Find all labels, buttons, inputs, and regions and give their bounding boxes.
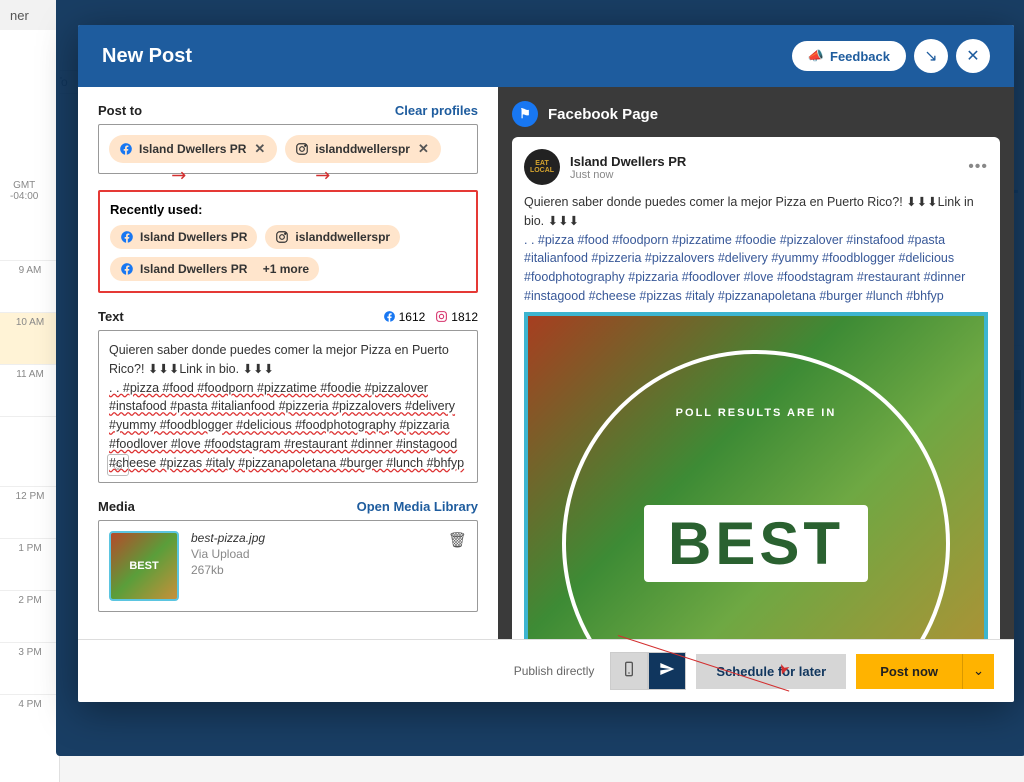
minimize-button[interactable]: ↘ [914,39,948,73]
bg-header: ner [10,8,29,23]
instagram-icon [295,142,309,156]
media-library-link[interactable]: Open Media Library [357,499,478,514]
profiles-input[interactable]: Island Dwellers PR ✕ islanddwellerspr ✕ … [98,124,478,174]
hour-3pm: 3 PM [0,642,60,694]
timezone-label: GMT -04:00 [10,180,38,202]
media-item: BEST best-pizza.jpg Via Upload 267kb 🗑 [98,520,478,612]
instagram-icon [435,310,448,323]
emoji-button[interactable]: ☺ [107,454,129,476]
media-thumbnail[interactable]: BEST [109,531,179,601]
feedback-button[interactable]: 📣 Feedback [792,41,906,71]
smile-icon: ☺ [111,456,124,476]
trash-icon: 🗑 [448,532,467,549]
new-post-modal: New Post 📣 Feedback ↘ ✕ Post to Clear pr… [78,25,1014,702]
facebook-icon [119,142,133,156]
hour-12pm: 12 PM [0,486,60,538]
recent-chip[interactable]: Island Dwellers PR +1 more [110,257,319,281]
mobile-publish-button[interactable] [610,652,648,690]
chevron-down-icon: ⌄ [973,663,984,679]
facebook-icon [383,310,396,323]
recent-chip[interactable]: Island Dwellers PR [110,225,257,249]
media-source: Via Upload [191,547,436,561]
modal-title: New Post [102,45,192,68]
modal-header: New Post 📣 Feedback ↘ ✕ [78,25,1014,87]
media-filename: best-pizza.jpg [191,531,436,545]
media-label: Media [98,499,135,514]
publish-directly-label: Publish directly [514,664,595,678]
post-time: Just now [570,169,686,181]
badge-top-text: POLL RESULTS ARE IN [676,407,837,419]
post-dropdown-button[interactable]: ⌄ [962,654,994,689]
compose-panel: Post to Clear profiles Island Dwellers P… [78,87,498,639]
remove-chip-icon[interactable]: ✕ [252,141,267,157]
profile-chip-instagram[interactable]: islanddwellerspr ✕ [285,135,441,163]
mobile-icon [621,661,637,682]
flag-icon: ⚑ [512,101,538,127]
clear-profiles-link[interactable]: Clear profiles [395,103,478,118]
recent-chip[interactable]: islanddwellerspr [265,225,400,249]
preview-image: POLL RESULTS ARE IN BEST THE BEST PIZZAS… [524,312,988,640]
arrow-down-right-icon: ↘ [924,46,937,66]
preview-panel: ⚑ Facebook Page EAT LOCAL Island Dweller… [498,87,1014,639]
close-button[interactable]: ✕ [956,39,990,73]
facebook-preview-card: EAT LOCAL Island Dwellers PR Just now ••… [512,137,1000,639]
hour-9am: 9 AM [0,260,60,312]
badge-mid-text: BEST [644,505,868,582]
hour-11am: 11 AM [0,364,60,416]
profile-chip-facebook[interactable]: Island Dwellers PR ✕ [109,135,277,163]
post-to-label: Post to [98,103,142,118]
text-label: Text [98,309,124,324]
close-icon: ✕ [966,46,979,66]
recently-used-box: Recently used: Island Dwellers PR island… [98,190,478,293]
facebook-icon [120,262,134,276]
preview-hashtags: . . #pizza #food #foodporn #pizzatime #f… [524,233,965,303]
hour-1pm: 1 PM [0,538,60,590]
post-menu-button[interactable]: ••• [968,158,988,176]
post-text-input[interactable]: Quieren saber donde puedes comer la mejo… [98,330,478,483]
media-size: 267kb [191,563,436,577]
page-name: Island Dwellers PR [570,154,686,169]
instagram-icon [275,230,289,244]
modal-footer: Publish directly Schedule for later Post… [78,639,1014,702]
preview-text: Quieren saber donde puedes comer la mejo… [524,195,974,228]
page-avatar: EAT LOCAL [524,149,560,185]
facebook-icon [120,230,134,244]
hour-10am: 10 AM [0,312,60,364]
direct-publish-button[interactable] [648,652,686,690]
hour-4pm: 4 PM [0,694,60,746]
preview-platform-label: Facebook Page [548,106,658,123]
more-horizontal-icon: ••• [968,158,988,175]
hour-2pm: 2 PM [0,590,60,642]
megaphone-icon: 📣 [808,48,824,64]
delete-media-button[interactable]: 🗑 [448,531,467,549]
remove-chip-icon[interactable]: ✕ [416,141,431,157]
send-icon [659,661,675,682]
schedule-button[interactable]: Schedule for later [696,654,846,689]
post-now-button[interactable]: Post now [856,654,962,689]
recently-used-label: Recently used: [110,202,466,217]
char-counts: 1612 1812 [383,310,478,324]
